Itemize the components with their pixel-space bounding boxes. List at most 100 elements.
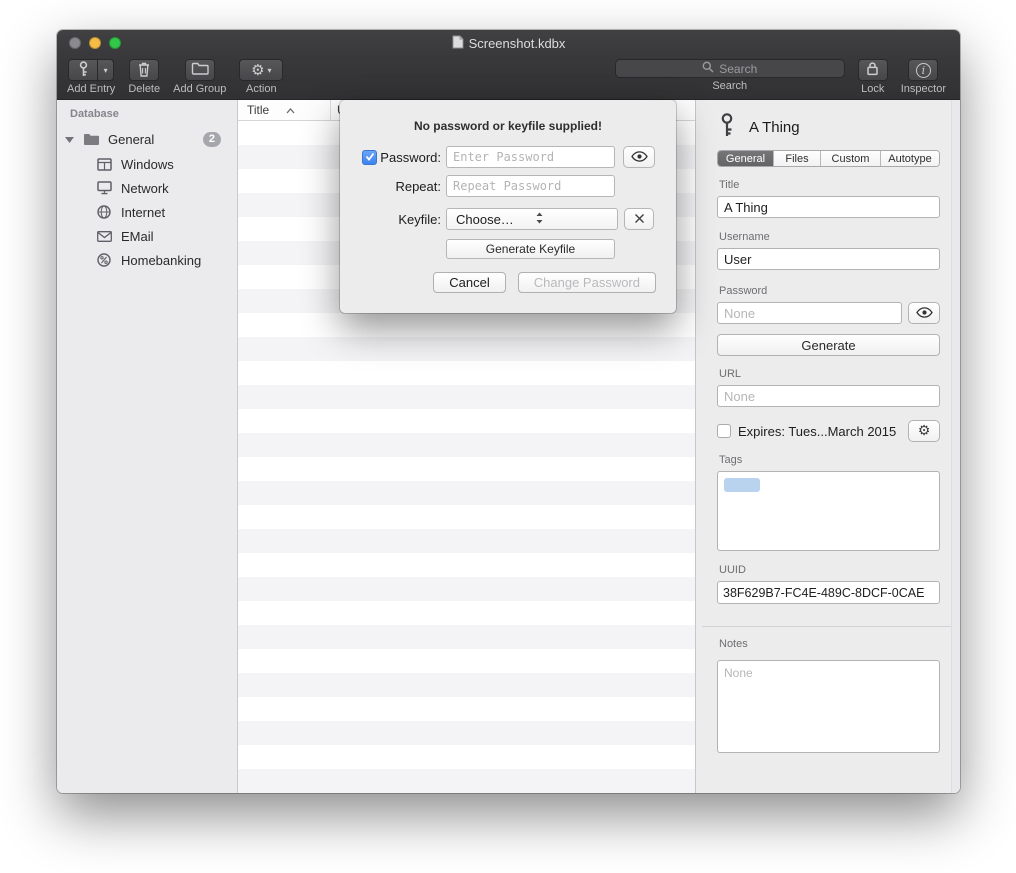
eye-icon	[916, 306, 933, 321]
expires-checkbox[interactable]	[717, 424, 731, 438]
generate-password-button[interactable]: Generate	[717, 334, 940, 356]
password-field-label: Password	[719, 285, 940, 297]
toolbar-add-group: Add Group	[173, 59, 226, 95]
gear-icon: ⚙	[918, 424, 931, 438]
sidebar: Database General 2 Windows Network	[57, 100, 237, 793]
generate-keyfile-button[interactable]: Generate Keyfile	[446, 239, 615, 259]
expires-settings-button[interactable]: ⚙	[908, 420, 940, 442]
inspector-scrollbar[interactable]	[951, 100, 960, 793]
lock-button[interactable]	[858, 59, 888, 81]
inspector-button[interactable]: i	[908, 59, 938, 81]
sidebar-item-email[interactable]: EMail	[57, 224, 237, 248]
traffic-lights	[69, 37, 121, 49]
tab-autotype[interactable]: Autotype	[880, 151, 939, 166]
expires-row: Expires: Tues...March 2015 ⚙	[717, 420, 940, 442]
delete-label: Delete	[128, 83, 160, 95]
sidebar-item-label: Network	[121, 181, 169, 196]
lock-label: Lock	[861, 83, 884, 95]
trash-icon	[137, 61, 151, 80]
search-placeholder: Search	[719, 62, 757, 76]
tab-files[interactable]: Files	[773, 151, 820, 166]
clear-keyfile-button[interactable]	[624, 208, 654, 230]
close-button[interactable]	[69, 37, 81, 49]
action-label: Action	[246, 83, 277, 95]
toolbar-search: Search Search	[615, 59, 845, 92]
action-button[interactable]: ⚙ ▾	[239, 59, 283, 81]
close-x-icon	[634, 212, 645, 227]
tags-box[interactable]	[717, 471, 940, 551]
password-field[interactable]	[717, 302, 902, 324]
url-field[interactable]	[717, 385, 940, 407]
toolbar-add-entry: ▾ Add Entry	[67, 59, 115, 95]
info-icon: i	[916, 63, 931, 78]
titlebar: Screenshot.kdbx	[57, 30, 960, 56]
sidebar-item-label: Internet	[121, 205, 165, 220]
add-entry-label: Add Entry	[67, 83, 115, 95]
minimize-button[interactable]	[89, 37, 101, 49]
title-field[interactable]	[717, 196, 940, 218]
percent-coin-icon	[96, 253, 112, 267]
column-header-title[interactable]: Title	[238, 100, 331, 120]
sort-ascending-icon	[286, 103, 325, 117]
keyfile-label: Keyfile:	[377, 212, 441, 227]
folder-icon	[191, 62, 209, 78]
dialog-repeat-input[interactable]	[446, 175, 615, 197]
keyfile-popup[interactable]: Choose…	[446, 208, 618, 230]
dialog-password-input[interactable]	[446, 146, 615, 168]
gear-icon: ⚙	[251, 63, 264, 78]
delete-button[interactable]	[129, 59, 159, 81]
password-checkbox[interactable]	[362, 150, 377, 165]
sidebar-item-windows[interactable]: Windows	[57, 152, 237, 176]
dialog-message: No password or keyfile supplied!	[340, 119, 676, 133]
cancel-button[interactable]: Cancel	[433, 272, 505, 293]
chevron-down-icon: ▾	[104, 66, 108, 75]
search-input[interactable]: Search	[615, 59, 845, 78]
disclosure-triangle-icon[interactable]	[65, 136, 74, 143]
add-entry-button[interactable]	[68, 59, 98, 81]
entry-title: A Thing	[749, 119, 800, 136]
title-field-label: Title	[719, 179, 940, 191]
zoom-button[interactable]	[109, 37, 121, 49]
inspector-divider	[702, 626, 954, 627]
padlock-icon	[866, 61, 879, 79]
tag-chip[interactable]	[724, 478, 760, 492]
repeat-label: Repeat:	[377, 179, 441, 194]
notes-field-label: Notes	[719, 638, 940, 650]
add-entry-dropdown-button[interactable]: ▾	[98, 59, 114, 81]
url-field-label: URL	[719, 368, 940, 380]
username-field[interactable]	[717, 248, 940, 270]
entry-header: A Thing	[717, 112, 940, 142]
globe-icon	[96, 205, 112, 219]
toolbar-lock: Lock	[858, 59, 888, 95]
notes-field[interactable]	[717, 660, 940, 753]
window-title: Screenshot.kdbx	[469, 36, 566, 51]
add-group-label: Add Group	[173, 83, 226, 95]
reveal-password-button[interactable]	[908, 302, 940, 324]
keyfile-row: Keyfile: Choose…	[362, 208, 656, 230]
chevron-down-icon: ▾	[268, 66, 272, 75]
tab-custom[interactable]: Custom	[820, 151, 880, 166]
keyfile-popup-value: Choose…	[456, 212, 535, 227]
reveal-password-button[interactable]	[623, 146, 655, 168]
eye-icon	[631, 150, 648, 165]
sidebar-item-label: EMail	[121, 229, 154, 244]
toolbar-delete: Delete	[128, 59, 160, 95]
app-window: Screenshot.kdbx ▾ Add Entry Delete	[57, 30, 960, 793]
toolbar-inspector: i Inspector	[901, 59, 946, 95]
change-password-button[interactable]: Change Password	[518, 272, 656, 293]
sidebar-group-general[interactable]: General 2	[57, 126, 237, 152]
inspector-label: Inspector	[901, 83, 946, 95]
entry-count-badge: 2	[203, 132, 221, 147]
uuid-field[interactable]	[717, 581, 940, 604]
column-title-label: Title	[247, 103, 286, 117]
sidebar-item-homebanking[interactable]: Homebanking	[57, 248, 237, 272]
sidebar-group-label: General	[108, 132, 154, 147]
password-label: Password:	[377, 150, 441, 165]
sidebar-item-internet[interactable]: Internet	[57, 200, 237, 224]
sidebar-item-network[interactable]: Network	[57, 176, 237, 200]
monitor-icon	[96, 181, 112, 195]
tab-general[interactable]: General	[718, 151, 773, 166]
uuid-field-label: UUID	[719, 564, 940, 576]
expires-label: Expires: Tues...March 2015	[738, 424, 896, 439]
add-group-button[interactable]	[185, 59, 215, 81]
